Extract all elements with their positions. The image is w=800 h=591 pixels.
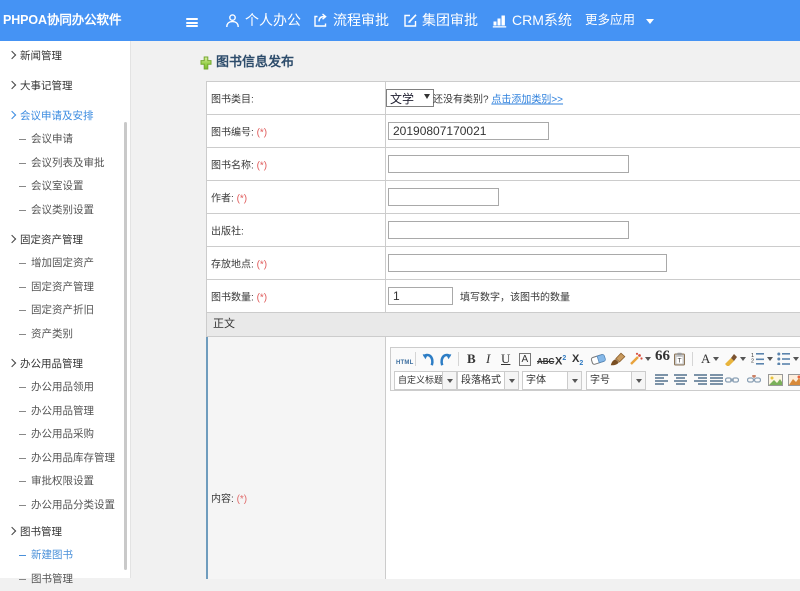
svg-text:T: T <box>678 358 682 365</box>
svg-text:2: 2 <box>751 359 754 365</box>
